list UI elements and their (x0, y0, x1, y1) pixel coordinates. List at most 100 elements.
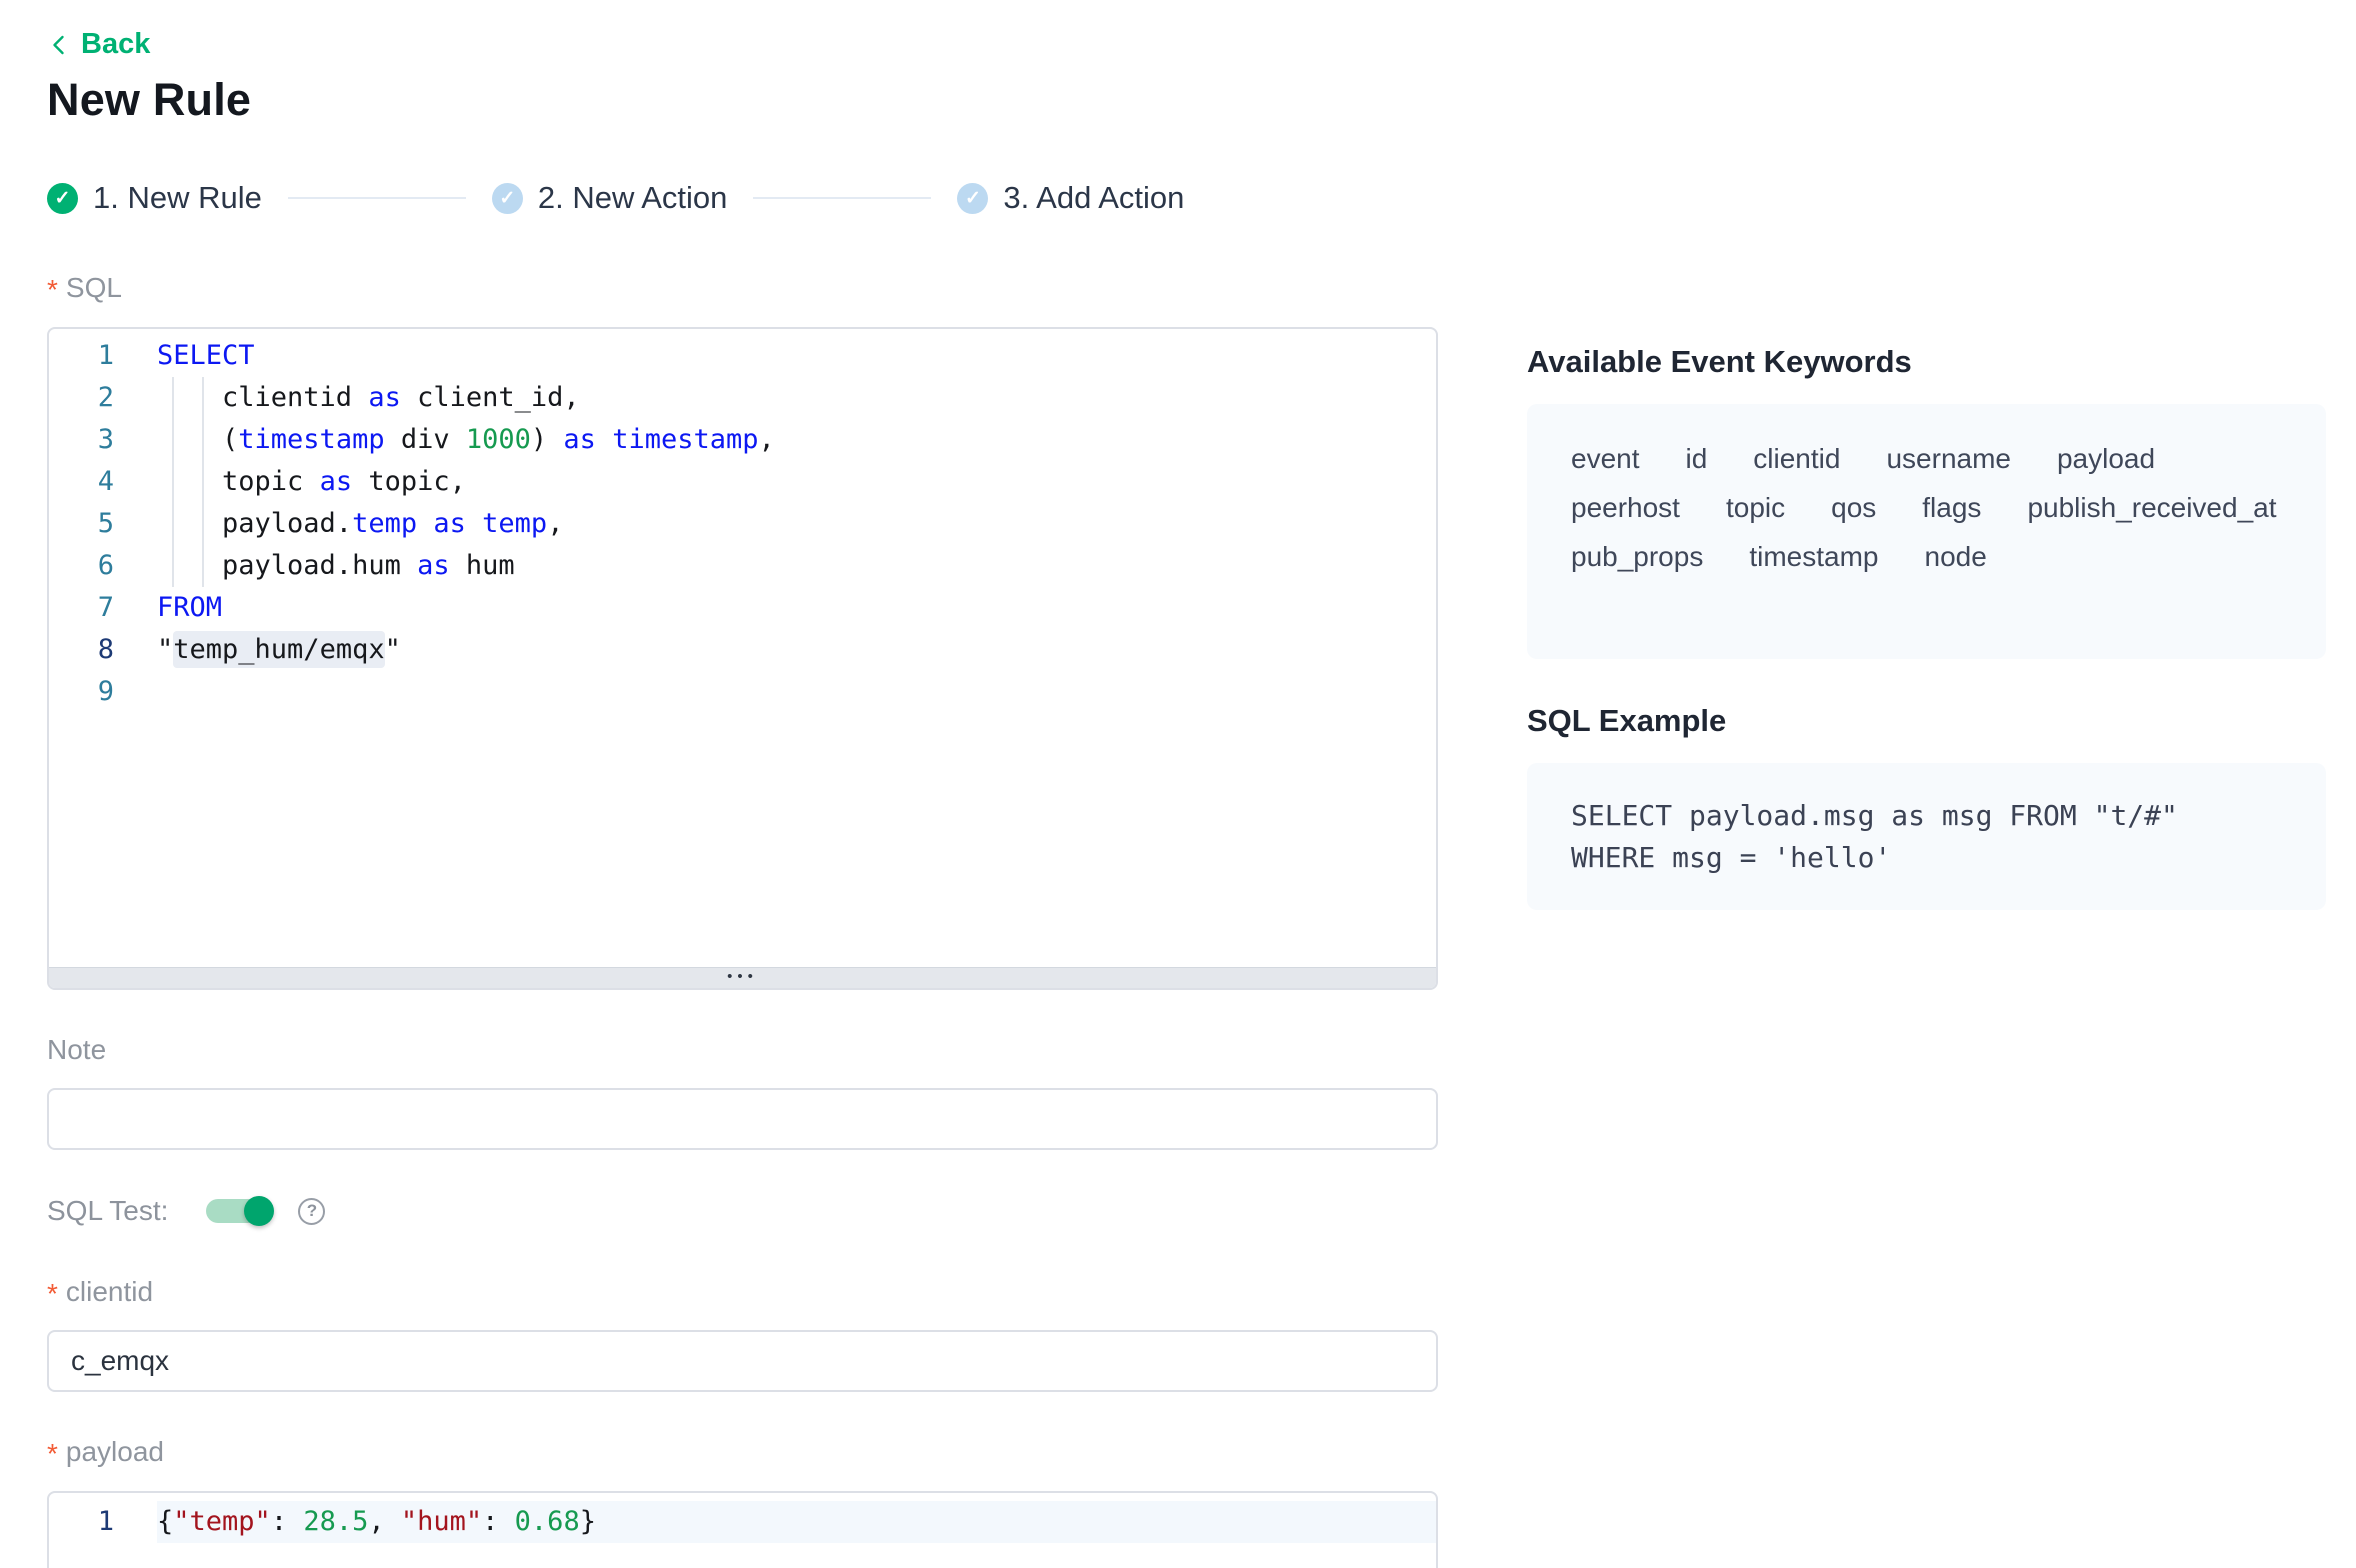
help-icon[interactable]: ? (298, 1198, 325, 1225)
code-line: 3 (timestamp div 1000) as timestamp, (49, 419, 1436, 461)
code-line: 2 clientid as client_id, (49, 377, 1436, 419)
step-new-action[interactable]: ✓ 2. New Action (492, 180, 728, 216)
code-content: FROM (157, 587, 1436, 629)
token-pl: " (157, 634, 173, 665)
code-content: (timestamp div 1000) as timestamp, (157, 419, 1436, 461)
line-number: 6 (49, 545, 157, 587)
sql-example-line: SELECT payload.msg as msg FROM "t/#" (1571, 795, 2282, 837)
token-kw: timestamp (238, 424, 384, 455)
payload-code-area[interactable]: 1{"temp": 28.5, "hum": 0.68} (49, 1493, 1436, 1568)
token-kw: timestamp (612, 424, 758, 455)
token-num: 0.68 (515, 1506, 580, 1537)
sql-code-editor[interactable]: 1SELECT2 clientid as client_id,3 (timest… (47, 327, 1438, 990)
new-rule-page: Back New Rule ✓ 1. New Rule ✓ 2. New Act… (0, 0, 2356, 1568)
sql-test-label: SQL Test: (47, 1195, 168, 1227)
sql-test-toggle[interactable] (206, 1199, 272, 1223)
line-number: 2 (49, 377, 157, 419)
toggle-knob (244, 1196, 274, 1226)
note-field-label: Note (47, 1034, 1438, 1066)
token-kw: FROM (157, 592, 222, 623)
token-kw: as (320, 466, 353, 497)
keywords-panel: eventidclientidusernamepayloadpeerhostto… (1527, 404, 2326, 659)
code-line: 9 (49, 671, 1436, 713)
code-line: 1{"temp": 28.5, "hum": 0.68} (49, 1501, 1436, 1543)
code-content: {"temp": 28.5, "hum": 0.68} (157, 1501, 1436, 1543)
line-number: 9 (49, 671, 157, 713)
step-connector (288, 197, 466, 199)
token-hl: temp_hum/emqx (173, 631, 384, 668)
code-content: SELECT (157, 335, 1436, 377)
step-3-label: 3. Add Action (1003, 180, 1184, 216)
line-number: 1 (49, 335, 157, 377)
sql-example-line: WHERE msg = 'hello' (1571, 837, 2282, 879)
step-3-check-icon: ✓ (957, 183, 988, 214)
note-label: Note (47, 1034, 106, 1066)
help-sidebar: Available Event Keywords eventid clientid… (1527, 344, 2326, 910)
token-str: "temp" (173, 1506, 271, 1537)
token-kw: as (433, 508, 466, 539)
token-pl: { (157, 1506, 173, 1537)
event-keyword: pub_props (1571, 532, 1703, 581)
step-new-rule[interactable]: ✓ 1. New Rule (47, 180, 262, 216)
event-keyword: username (1886, 434, 2011, 483)
back-label: Back (81, 28, 150, 61)
token-kw: temp (482, 508, 547, 539)
sql-example-panel: SELECT payload.msg as msg FROM "t/#" WHE… (1527, 763, 2326, 910)
clientid-input[interactable] (47, 1330, 1438, 1392)
required-asterisk: * (47, 1438, 58, 1470)
step-2-check-icon: ✓ (492, 183, 523, 214)
required-asterisk: * (47, 274, 58, 306)
code-content: "temp_hum/emqx" (157, 629, 1436, 671)
token-pl: , (759, 424, 775, 455)
token-pl: hum (450, 550, 515, 581)
sql-field-label: * SQL (47, 272, 1438, 304)
sql-code-area[interactable]: 1SELECT2 clientid as client_id,3 (timest… (49, 329, 1436, 967)
payload-code-editor[interactable]: 1{"temp": 28.5, "hum": 0.68} (47, 1491, 1438, 1568)
event-keyword: peerhost (1571, 483, 1680, 532)
token-pl: topic (157, 466, 320, 497)
event-keyword: payload (2057, 434, 2155, 483)
code-line: 4 topic as topic, (49, 461, 1436, 503)
rule-form: * SQL 1SELECT2 clientid as client_id,3 (… (47, 272, 1438, 1568)
token-num: 1000 (466, 424, 531, 455)
event-keyword: clientid (1753, 434, 1840, 483)
code-line: 6 payload.hum as hum (49, 545, 1436, 587)
clientid-field-label: * clientid (47, 1276, 1438, 1308)
token-pl (417, 508, 433, 539)
event-keyword: id (1686, 434, 1708, 483)
token-str: "hum" (401, 1506, 482, 1537)
token-pl (596, 424, 612, 455)
token-kw: temp (352, 508, 417, 539)
note-input[interactable] (47, 1088, 1438, 1150)
keywords-title: Available Event Keywords (1527, 344, 2326, 380)
step-add-action[interactable]: ✓ 3. Add Action (957, 180, 1184, 216)
token-pl: : (271, 1506, 304, 1537)
token-pl: " (385, 634, 401, 665)
code-line: 5 payload.temp as temp, (49, 503, 1436, 545)
sql-test-row: SQL Test: ? (47, 1194, 1438, 1228)
line-number: 4 (49, 461, 157, 503)
code-content: clientid as client_id, (157, 377, 1436, 419)
event-keyword: node (1925, 532, 1987, 581)
line-number: 5 (49, 503, 157, 545)
back-button[interactable]: Back (47, 28, 150, 61)
token-pl: clientid (157, 382, 368, 413)
payload-field-label: * payload (47, 1436, 1438, 1468)
line-number: 3 (49, 419, 157, 461)
keywords-list: eventidclientidusernamepayloadpeerhostto… (1571, 434, 2282, 581)
token-kw: as (368, 382, 401, 413)
token-kw: as (563, 424, 596, 455)
token-kw: as (417, 550, 450, 581)
editor-resize-handle[interactable]: ••• (49, 967, 1436, 988)
code-line: 1SELECT (49, 335, 1436, 377)
token-pl: topic, (352, 466, 466, 497)
token-pl: , (547, 508, 563, 539)
back-chevron-icon (47, 33, 71, 57)
payload-label: payload (66, 1436, 164, 1468)
code-line: 8"temp_hum/emqx" (49, 629, 1436, 671)
token-pl: : (482, 1506, 515, 1537)
event-keyword: event (1571, 434, 1640, 483)
token-pl: } (580, 1506, 596, 1537)
token-pl: ) (531, 424, 564, 455)
code-content: payload.hum as hum (157, 545, 1436, 587)
